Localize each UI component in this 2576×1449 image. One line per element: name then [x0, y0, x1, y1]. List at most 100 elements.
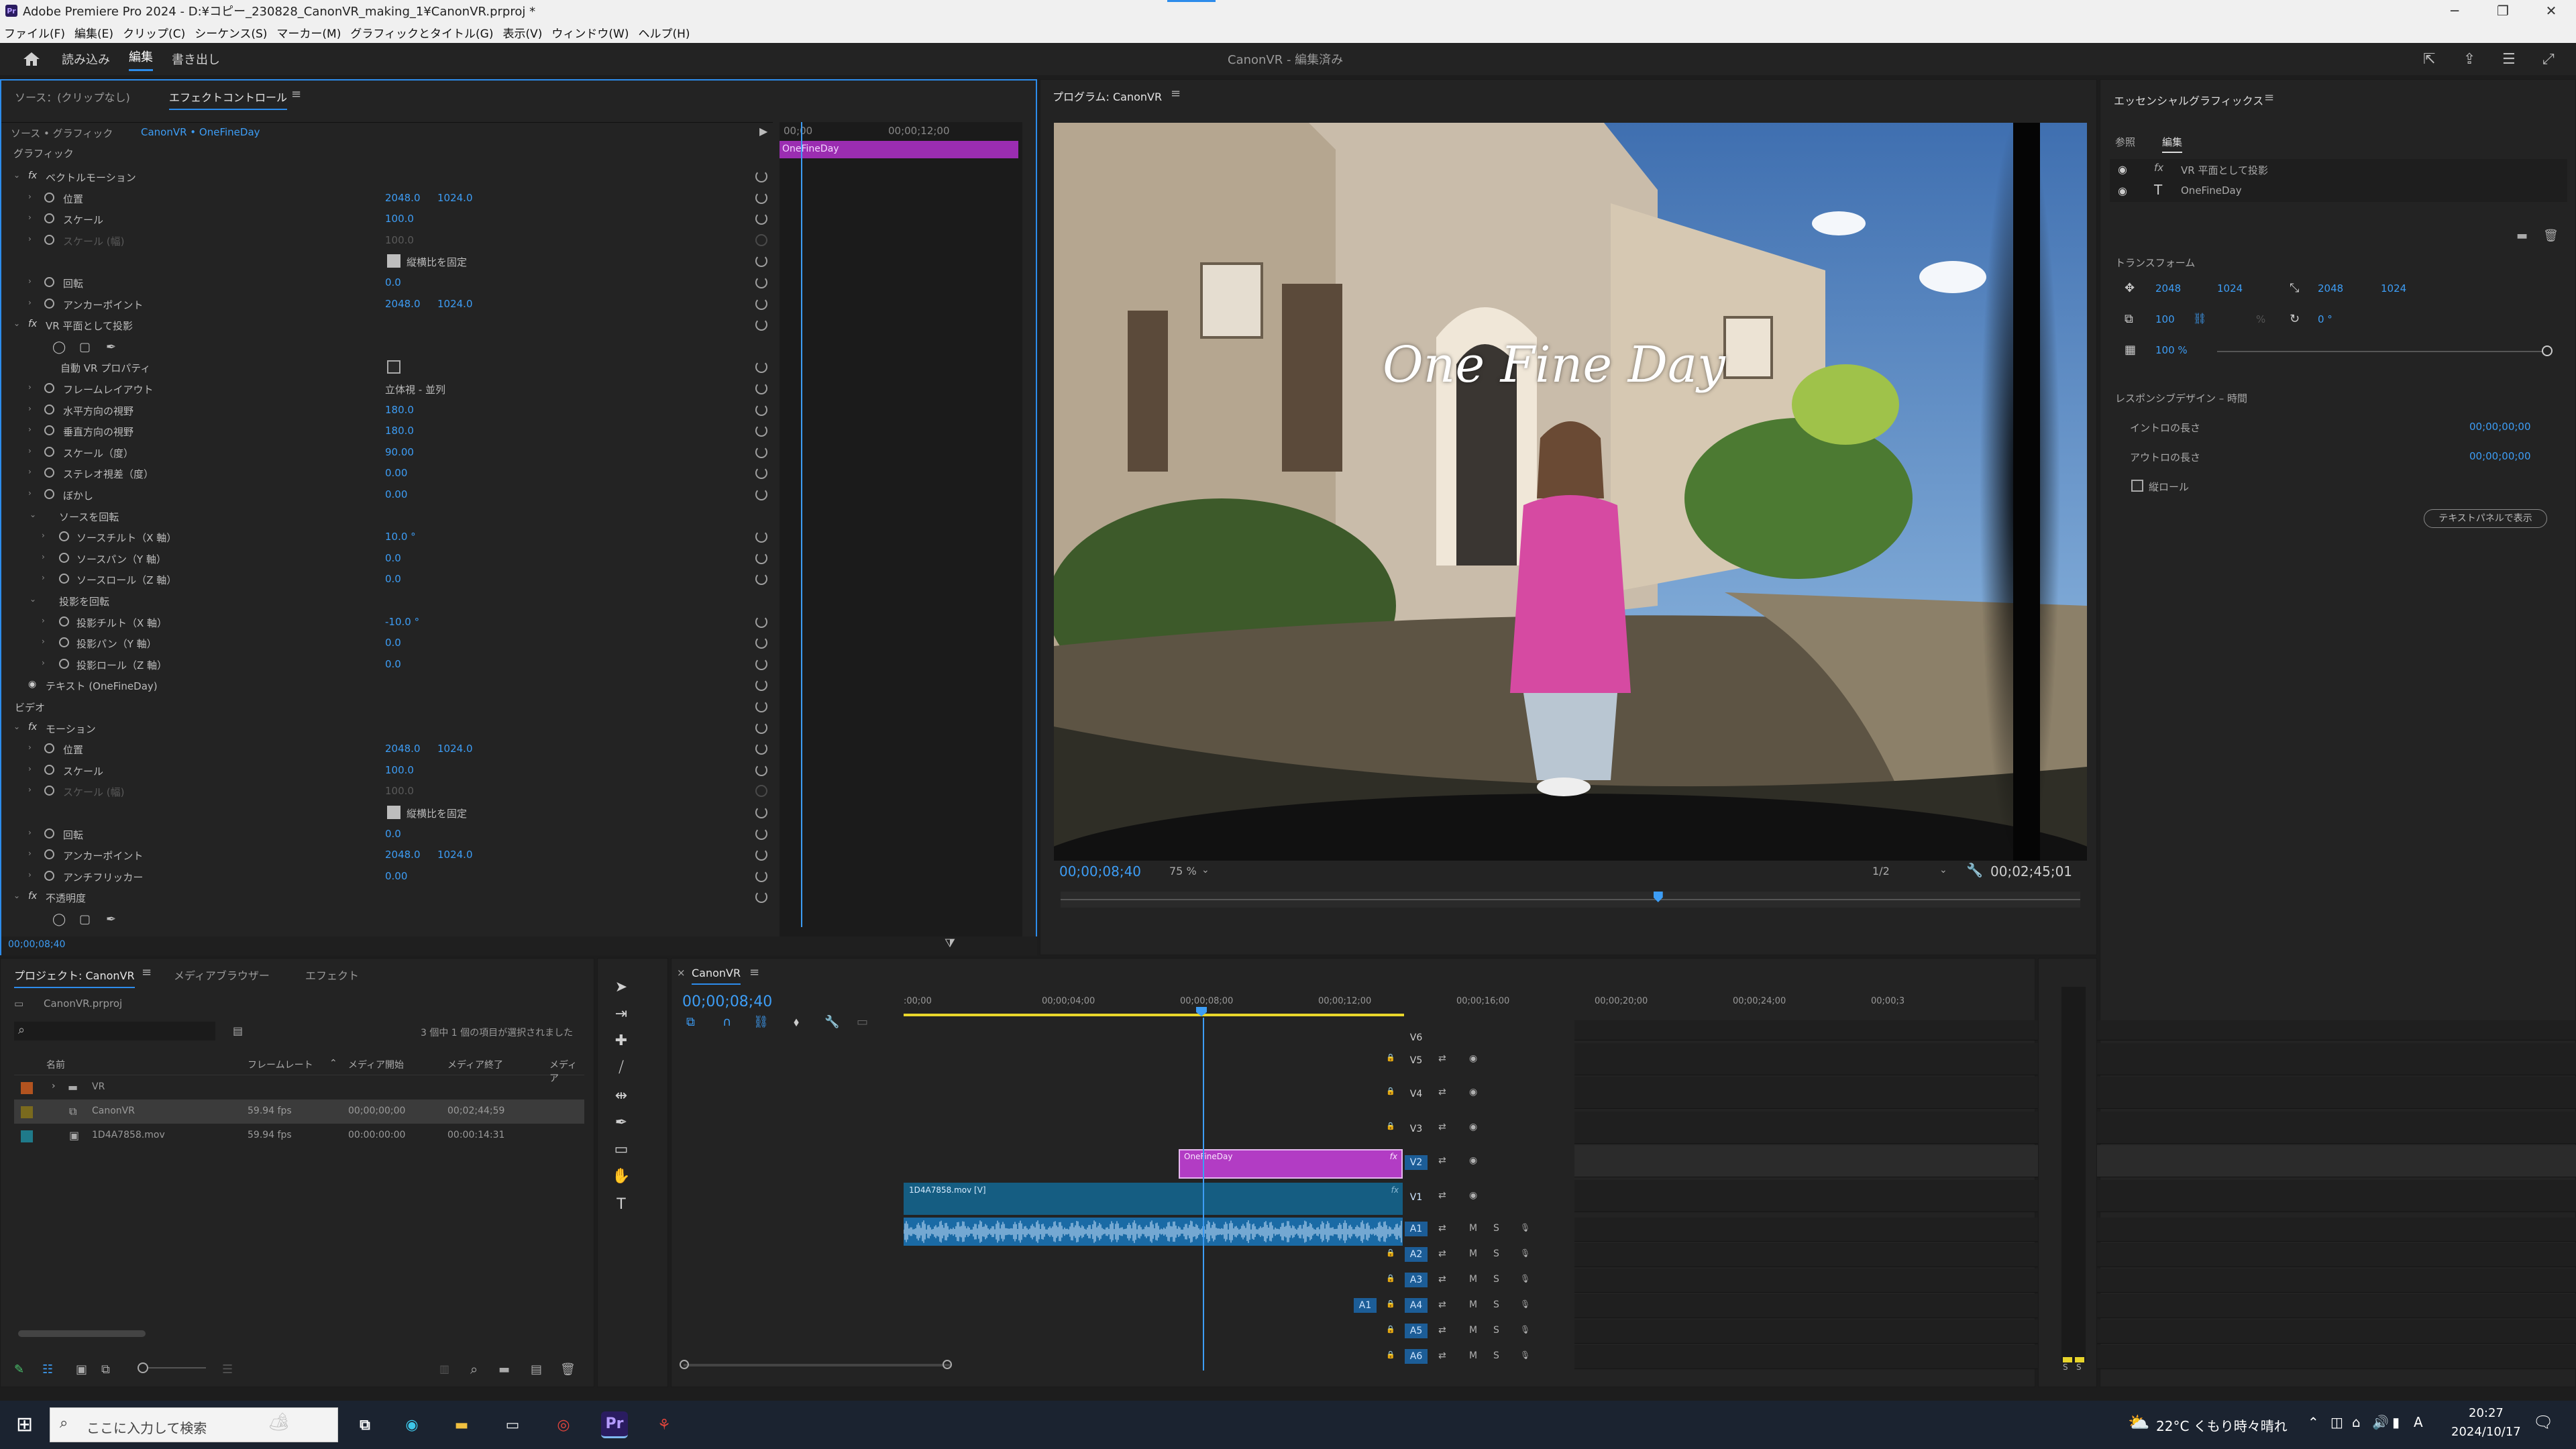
track-header-a5[interactable]: 🔒 A5 ⇄ M S 🎙 [1344, 1320, 1572, 1344]
video-clip[interactable]: 1D4A7858.mov [V] fx [904, 1183, 1403, 1215]
reset-icon[interactable] [755, 827, 767, 840]
eye-icon[interactable]: ◉ [1469, 1122, 1477, 1132]
tab-project[interactable]: プロジェクト: CanonVR [14, 967, 135, 988]
panel-menu-icon[interactable]: ≡ [142, 965, 152, 979]
ec-row[interactable]: › スケール（度） 90.00 [1, 442, 777, 463]
track-name[interactable]: A2 [1405, 1247, 1428, 1262]
freeform-view-icon[interactable]: ⧉ [101, 1362, 110, 1377]
reset-icon[interactable] [755, 255, 767, 268]
zoom-slider-track[interactable] [148, 1367, 206, 1368]
ec-value[interactable]: 0.0 [385, 552, 401, 564]
tray-camera-icon[interactable]: ◫ [2330, 1414, 2343, 1430]
eg-pos-x[interactable]: 2048 [2155, 282, 2181, 294]
stopwatch-icon[interactable] [44, 870, 54, 881]
tab-edit[interactable]: 編集 [129, 48, 153, 71]
eye-icon[interactable]: ◉ [1469, 1053, 1477, 1064]
col-fps[interactable]: フレームレート [248, 1058, 313, 1071]
ec-row[interactable]: ビデオ [1, 696, 777, 717]
lock-icon[interactable]: 🔒 [1386, 1299, 1395, 1308]
disclosure-icon[interactable]: ⌄ [13, 319, 20, 328]
reset-icon[interactable] [755, 319, 767, 331]
rectangle-tool-icon[interactable]: ▭ [611, 1141, 631, 1161]
restore-icon[interactable]: ❐ [2479, 0, 2526, 21]
ec-row[interactable]: ◯ ▢ ✒ [1, 336, 777, 357]
ec-value[interactable]: 100.0 [385, 234, 414, 246]
eye-icon[interactable]: ◉ [1469, 1155, 1477, 1166]
sync-lock-icon[interactable]: ⇄ [1438, 1248, 1446, 1259]
ec-value[interactable]: 2048.0 [385, 192, 421, 204]
ec-row[interactable]: › アンチフリッカー 0.00 [1, 866, 777, 887]
disclosure-icon[interactable]: › [42, 637, 45, 646]
tray-chevron-icon[interactable]: ⌃ [2308, 1414, 2319, 1430]
rect-mask-icon[interactable]: ▢ [79, 912, 91, 926]
chevron-down-icon[interactable]: ⌄ [1939, 865, 1947, 875]
ec-row[interactable]: ◯ ▢ ✒ [1, 908, 777, 929]
ec-row[interactable]: › スケール (幅) 100.0 [1, 781, 777, 802]
eg-pos-y[interactable]: 1024 [2217, 282, 2243, 294]
minimize-icon[interactable]: ─ [2431, 0, 2478, 21]
wrench-icon[interactable]: 🔧 [824, 1015, 839, 1029]
graphic-clip[interactable]: OneFineDay fx [1179, 1149, 1403, 1179]
disclosure-icon[interactable]: › [52, 1081, 56, 1091]
pen-mask-icon[interactable]: ✒ [106, 912, 116, 926]
ec-row[interactable]: › ステレオ視差（度） 0.00 [1, 463, 777, 484]
eg-rotation[interactable]: 0 ° [2318, 313, 2332, 325]
stopwatch-icon[interactable] [44, 764, 54, 775]
ec-value[interactable]: 立体視 - 並列 [385, 382, 445, 396]
ec-row[interactable]: › 水平方向の視野 180.0 [1, 400, 777, 421]
ec-value[interactable]: 2048.0 [385, 298, 421, 310]
reset-icon[interactable] [755, 615, 767, 628]
disclosure-icon[interactable]: › [28, 276, 32, 286]
weather-text[interactable]: 22°C くもり時々晴れ [2156, 1415, 2288, 1435]
disclosure-icon[interactable]: › [42, 658, 45, 667]
microphone-icon[interactable]: 🎙 [1520, 1223, 1530, 1232]
quick-export-icon[interactable]: ⇱ [2423, 51, 2435, 68]
menu-window[interactable]: ウィンドウ(W) [551, 24, 629, 41]
close-icon[interactable]: ✕ [2528, 0, 2575, 21]
track-header-a3[interactable]: 🔒 A3 ⇄ M S 🎙 [1344, 1269, 1572, 1293]
scroll-start-handle[interactable] [680, 1360, 689, 1369]
ec-value[interactable]: 0.0 [385, 573, 401, 585]
ec-row[interactable]: › 位置 2048.0 1024.0 [1, 739, 777, 759]
ec-row[interactable]: › ソースパン（Y 軸） 0.0 [1, 548, 777, 569]
roll-checkbox[interactable] [2131, 480, 2143, 492]
ec-value[interactable]: 2048.0 [385, 849, 421, 861]
opacity-slider-track[interactable] [2217, 351, 2546, 352]
panel-menu-icon[interactable]: ≡ [749, 965, 759, 979]
ec-row[interactable]: › 投影チルト（X 軸） -10.0 ° [1, 612, 777, 633]
close-tab-icon[interactable]: × [677, 967, 686, 979]
clock-time[interactable]: 20:27 [2469, 1406, 2504, 1420]
chevron-down-icon[interactable]: ⌄ [1201, 865, 1210, 875]
disclosure-icon[interactable]: › [28, 849, 32, 858]
track-select-tool-icon[interactable]: ⇥ [611, 1006, 631, 1026]
disclosure-icon[interactable]: › [28, 870, 32, 879]
ec-row[interactable]: 縦横比を固定 [1, 251, 777, 272]
ec-value[interactable]: 1024.0 [437, 743, 473, 755]
delete-layer-icon[interactable]: 🗑 [2543, 229, 2559, 243]
menu-view[interactable]: 表示(V) [502, 24, 542, 41]
ec-row[interactable]: › ソースロール（Z 軸） 0.0 [1, 569, 777, 590]
fx-toggle-icon[interactable]: fx [28, 319, 37, 329]
stopwatch-icon[interactable] [59, 637, 69, 648]
stopwatch-icon[interactable] [44, 425, 54, 436]
task-view-icon[interactable]: ⧉ [352, 1411, 378, 1438]
microphone-icon[interactable]: 🎙 [1520, 1325, 1530, 1334]
reset-icon[interactable] [755, 657, 767, 670]
label-color-swatch[interactable] [21, 1106, 33, 1118]
ec-value[interactable]: 180.0 [385, 404, 414, 416]
stopwatch-icon[interactable] [59, 616, 69, 627]
new-layer-icon[interactable]: ▬ [2516, 229, 2528, 243]
ec-value[interactable]: 100.0 [385, 764, 414, 776]
microphone-icon[interactable]: 🎙 [1520, 1248, 1530, 1258]
disclosure-icon[interactable]: › [28, 404, 32, 413]
tab-timeline[interactable]: CanonVR [692, 967, 741, 985]
reset-icon[interactable] [755, 891, 767, 904]
reset-icon[interactable] [755, 403, 767, 416]
snap-icon[interactable]: ∩ [722, 1015, 731, 1029]
ec-value[interactable]: 0.0 [385, 658, 401, 670]
clip-label[interactable]: CanonVR • OneFineDay [141, 126, 260, 138]
filter-icon[interactable]: ⧩ [945, 936, 955, 951]
solo-icon[interactable]: S [1493, 1299, 1499, 1310]
panel-menu-icon[interactable]: ≡ [2264, 91, 2274, 105]
stopwatch-icon[interactable] [44, 489, 54, 499]
